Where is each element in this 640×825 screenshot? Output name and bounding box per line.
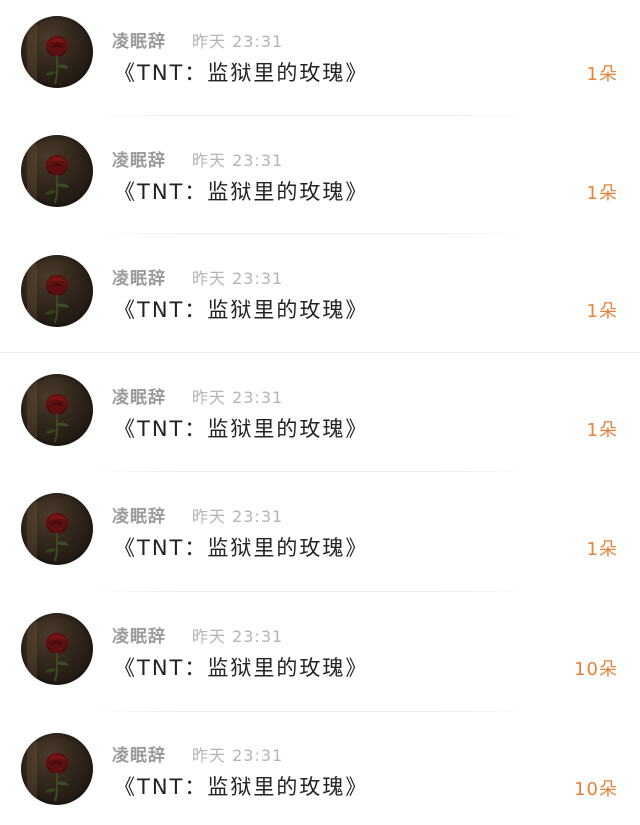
item-title[interactable]: 《TNT：监狱里的玫瑰》 bbox=[114, 57, 368, 87]
avatar[interactable] bbox=[21, 135, 93, 207]
avatar[interactable] bbox=[21, 493, 93, 565]
divider bbox=[90, 591, 530, 592]
username[interactable]: 凌眠辞 bbox=[112, 27, 166, 52]
list-item[interactable]: 凌眠辞 昨天 23:31 《TNT：监狱里的玫瑰》 1朵 bbox=[0, 0, 640, 119]
timestamp: 昨天 23:31 bbox=[192, 627, 284, 646]
username[interactable]: 凌眠辞 bbox=[112, 383, 166, 408]
gift-count: 1朵 bbox=[586, 420, 618, 441]
divider bbox=[90, 233, 530, 234]
gift-count: 10朵 bbox=[574, 659, 618, 680]
list-item[interactable]: 凌眠辞 昨天 23:31 《TNT：监狱里的玫瑰》 1朵 bbox=[0, 357, 640, 476]
timestamp: 昨天 23:31 bbox=[192, 746, 284, 765]
timestamp: 昨天 23:31 bbox=[192, 32, 284, 51]
divider bbox=[90, 471, 530, 472]
gift-count: 1朵 bbox=[586, 539, 618, 560]
list-item[interactable]: 凌眠辞 昨天 23:31 《TNT：监狱里的玫瑰》 1朵 bbox=[0, 238, 640, 357]
rose-avatar-icon bbox=[27, 501, 69, 562]
item-title[interactable]: 《TNT：监狱里的玫瑰》 bbox=[114, 532, 368, 562]
timestamp: 昨天 23:31 bbox=[192, 151, 284, 170]
timestamp: 昨天 23:31 bbox=[192, 269, 284, 288]
gift-count: 1朵 bbox=[586, 183, 618, 204]
divider bbox=[90, 115, 530, 116]
avatar[interactable] bbox=[21, 16, 93, 88]
list-item[interactable]: 凌眠辞 昨天 23:31 《TNT：监狱里的玫瑰》 10朵 bbox=[0, 595, 640, 714]
rose-avatar-icon bbox=[27, 263, 69, 324]
username[interactable]: 凌眠辞 bbox=[112, 622, 166, 647]
gift-count: 1朵 bbox=[586, 64, 618, 85]
rose-avatar-icon bbox=[27, 24, 69, 85]
timestamp: 昨天 23:31 bbox=[192, 507, 284, 526]
item-title[interactable]: 《TNT：监狱里的玫瑰》 bbox=[114, 413, 368, 443]
rose-avatar-icon bbox=[27, 143, 69, 204]
item-title[interactable]: 《TNT：监狱里的玫瑰》 bbox=[114, 294, 368, 324]
username[interactable]: 凌眠辞 bbox=[112, 502, 166, 527]
gift-feed-list: 凌眠辞 昨天 23:31 《TNT：监狱里的玫瑰》 1朵 凌眠辞 昨天 23:3… bbox=[0, 0, 640, 825]
avatar[interactable] bbox=[21, 255, 93, 327]
rose-avatar-icon bbox=[27, 741, 69, 802]
list-item[interactable]: 凌眠辞 昨天 23:31 《TNT：监狱里的玫瑰》 10朵 bbox=[0, 715, 640, 825]
list-item[interactable]: 凌眠辞 昨天 23:31 《TNT：监狱里的玫瑰》 1朵 bbox=[0, 119, 640, 238]
username[interactable]: 凌眠辞 bbox=[112, 741, 166, 766]
item-title[interactable]: 《TNT：监狱里的玫瑰》 bbox=[114, 652, 368, 682]
divider bbox=[90, 711, 530, 712]
rose-avatar-icon bbox=[27, 382, 69, 443]
username[interactable]: 凌眠辞 bbox=[112, 146, 166, 171]
list-item[interactable]: 凌眠辞 昨天 23:31 《TNT：监狱里的玫瑰》 1朵 bbox=[0, 476, 640, 595]
item-title[interactable]: 《TNT：监狱里的玫瑰》 bbox=[114, 771, 368, 801]
avatar[interactable] bbox=[21, 374, 93, 446]
divider bbox=[0, 352, 640, 353]
timestamp: 昨天 23:31 bbox=[192, 388, 284, 407]
item-title[interactable]: 《TNT：监狱里的玫瑰》 bbox=[114, 176, 368, 206]
avatar[interactable] bbox=[21, 733, 93, 805]
gift-count: 1朵 bbox=[586, 301, 618, 322]
avatar[interactable] bbox=[21, 613, 93, 685]
gift-count: 10朵 bbox=[574, 779, 618, 800]
username[interactable]: 凌眠辞 bbox=[112, 264, 166, 289]
rose-avatar-icon bbox=[27, 621, 69, 682]
